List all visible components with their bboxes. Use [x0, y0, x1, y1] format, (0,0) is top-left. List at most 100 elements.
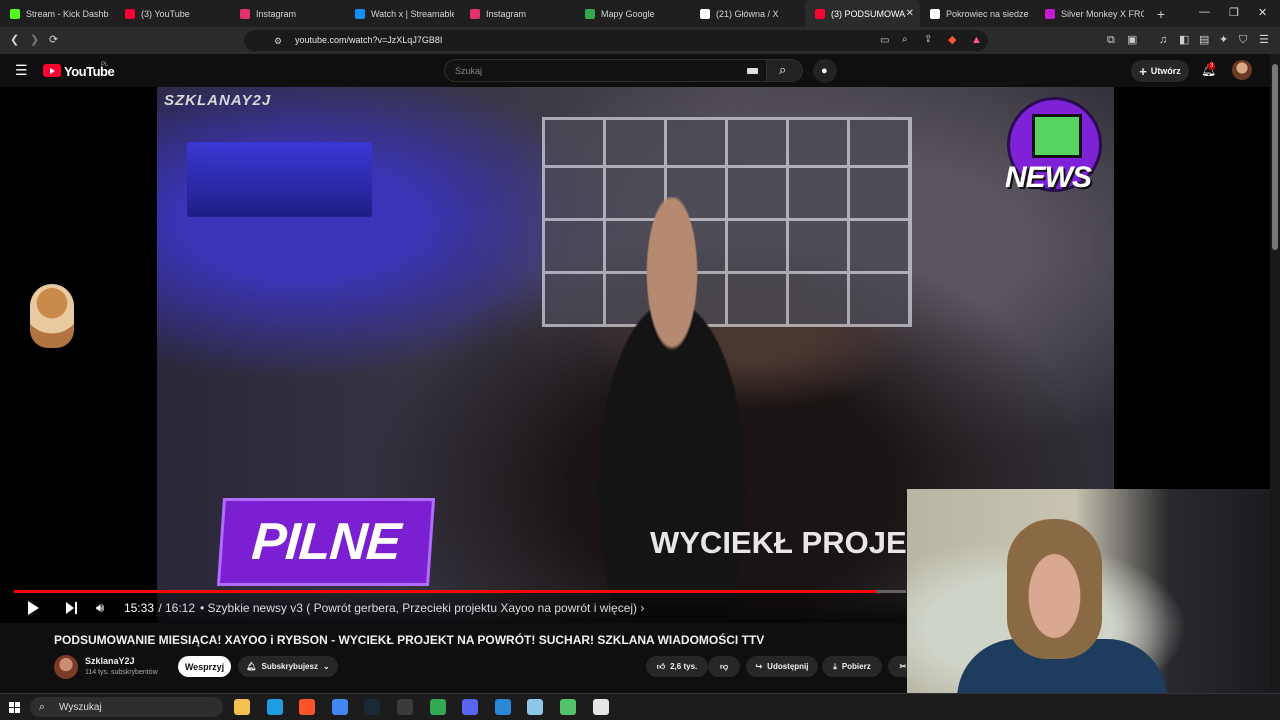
- voice-search-button[interactable]: ●: [813, 59, 837, 83]
- current-time: 15:33: [124, 601, 155, 615]
- search-input[interactable]: Szukaj: [444, 59, 767, 82]
- back-icon[interactable]: ❮: [10, 33, 19, 47]
- browser-tab-title: (3) YouTube: [141, 8, 190, 19]
- youtube-icon: [125, 8, 135, 19]
- browser-tab[interactable]: Instagram: [230, 0, 345, 27]
- browser-tab-title: Instagram: [486, 8, 527, 19]
- create-button[interactable]: + Utwórz: [1131, 60, 1189, 82]
- obs-icon[interactable]: [397, 699, 413, 715]
- menu-icon[interactable]: ☰: [1259, 33, 1269, 47]
- taskbar-search[interactable]: ⌕ Wyszukaj: [30, 697, 223, 717]
- minimize-button[interactable]: —: [1199, 6, 1210, 18]
- share-label: Udostępnij: [767, 662, 809, 671]
- browser-tab[interactable]: Instagram: [460, 0, 575, 27]
- browser-tab-title: Mapy Google: [601, 8, 655, 19]
- scissors-icon: ✂: [899, 662, 907, 671]
- like-button[interactable]: 👍︎ 2,6 tys.: [646, 656, 708, 677]
- browser-tab[interactable]: Stream - Kick Dashb: [0, 0, 115, 27]
- taskbar-search-placeholder: Wyszukaj: [59, 702, 102, 713]
- scrollbar-thumb[interactable]: [1272, 64, 1278, 250]
- player-controls: 🔊︎ 15:33 / 16:12 • Szybkie newsy v3 ( Po…: [0, 593, 907, 623]
- channel-name[interactable]: SzklanaY2J: [85, 656, 135, 666]
- youtube-masthead: ☰ YouTube PL Szukaj ⌕ ● + Utwórz 🔔︎ 3: [0, 54, 1270, 87]
- volume-icon[interactable]: 🔊︎: [96, 600, 104, 616]
- instagram-icon: [240, 8, 250, 19]
- brave-shields-icon[interactable]: ◆: [948, 33, 956, 47]
- keyboard-icon[interactable]: [747, 68, 758, 74]
- support-button[interactable]: Wesprzyj: [178, 656, 231, 677]
- channel-watermark: SZKLANAY2J: [164, 92, 272, 109]
- browser-tab[interactable]: (3) YouTube: [115, 0, 230, 27]
- urgent-banner: PILNE: [216, 498, 436, 586]
- zoom-icon[interactable]: ⌕: [902, 33, 908, 47]
- channel-avatar[interactable]: [54, 655, 78, 679]
- webcam-person: [1007, 519, 1102, 659]
- restore-button[interactable]: ❐: [1229, 6, 1239, 19]
- chevron-down-icon: ⌄: [322, 662, 330, 671]
- steam-icon[interactable]: [364, 699, 381, 715]
- search-button[interactable]: ⌕: [767, 59, 803, 82]
- share-icon[interactable]: ⇪: [924, 33, 932, 47]
- discord-icon[interactable]: [462, 699, 479, 715]
- share-button[interactable]: ↪ Udostępnij: [746, 656, 818, 677]
- browser-tab[interactable]: Watch x | Streamable: [345, 0, 460, 27]
- play-store-icon[interactable]: [429, 699, 446, 715]
- sidebar-icon[interactable]: ◧: [1179, 33, 1189, 47]
- chrome-icon[interactable]: [331, 699, 348, 715]
- urgent-banner-text: PILNE: [249, 513, 403, 571]
- browser-tab[interactable]: Mapy Google: [575, 0, 690, 27]
- close-tab-icon[interactable]: ✕: [906, 8, 914, 19]
- browser-tab[interactable]: Pokrowiec na siedzenie: [920, 0, 1035, 27]
- browser-tab-title: Instagram: [256, 8, 297, 19]
- page-scrollbar[interactable]: [1270, 54, 1280, 688]
- app-icon[interactable]: [494, 699, 511, 715]
- maps-icon: [585, 8, 595, 19]
- chapter-title[interactable]: • Szybkie newsy v3 ( Powrót gerbera, Prz…: [200, 601, 644, 615]
- browser-tab-title: (3) PODSUMOWA: [831, 8, 906, 19]
- youtube-logo-icon[interactable]: [43, 64, 61, 77]
- extensions-icon[interactable]: ⧉: [1107, 33, 1115, 47]
- screenshot-icon[interactable]: ▣: [1127, 33, 1137, 47]
- window-icon[interactable]: [592, 699, 609, 715]
- close-window-button[interactable]: ✕: [1258, 6, 1267, 19]
- download-button[interactable]: ⤓ Pobierz: [822, 656, 882, 677]
- store-icon: [1045, 8, 1055, 19]
- leo-ai-icon[interactable]: ✦: [1219, 33, 1228, 47]
- browser-tab-title: Stream - Kick Dashb: [26, 8, 109, 19]
- youtube-icon: [815, 8, 825, 19]
- time-separator: /: [155, 601, 166, 615]
- video-title: PODSUMOWANIE MIESIĄCA! XAYOO i RYBSON - …: [54, 633, 765, 647]
- browser-tab[interactable]: (21) Główna / X: [690, 0, 805, 27]
- browser-tab[interactable]: Silver Monkey X FROST: [1035, 0, 1150, 27]
- vpn-icon[interactable]: ⛉: [1239, 33, 1247, 47]
- dislike-button[interactable]: 👎︎: [708, 656, 740, 677]
- browser-tab[interactable]: (3) PODSUMOWA ✕: [805, 0, 920, 27]
- guide-menu-icon[interactable]: ☰: [15, 63, 28, 77]
- notepad-icon[interactable]: [527, 699, 544, 715]
- subscribed-label: Subskrybujesz: [261, 662, 318, 671]
- windows-start-icon[interactable]: [9, 702, 20, 713]
- subscribed-button[interactable]: 🔔︎ Subskrybujesz ⌄: [238, 656, 338, 677]
- site-info-icon[interactable]: ⚙: [274, 34, 282, 48]
- plus-icon: +: [1139, 63, 1147, 79]
- edge-icon[interactable]: [266, 699, 283, 715]
- like-count: 2,6 tys.: [670, 662, 698, 671]
- browser-tab-title: Silver Monkey X FROST: [1061, 8, 1144, 19]
- media-icon[interactable]: ♫: [1159, 33, 1167, 47]
- app-icon-green[interactable]: [560, 699, 576, 715]
- file-explorer-icon[interactable]: [234, 699, 250, 715]
- wallet-icon[interactable]: ▤: [1199, 33, 1209, 47]
- brave-rewards-icon[interactable]: ▲: [971, 33, 982, 47]
- new-tab-button[interactable]: +: [1150, 6, 1172, 22]
- thumbs-down-icon: 👎︎: [719, 661, 729, 671]
- next-icon[interactable]: [66, 602, 78, 614]
- reload-icon[interactable]: ⟳: [49, 33, 58, 47]
- brave-icon[interactable]: [299, 699, 316, 715]
- bell-icon: 🔔︎: [246, 662, 257, 671]
- address-bar[interactable]: ⚙ youtube.com/watch?v=JzXLqJ7GB8I ▭ ⌕ ⇪ …: [244, 30, 988, 51]
- windows-taskbar: ⌕ Wyszukaj: [0, 693, 1280, 720]
- account-avatar[interactable]: [1232, 60, 1252, 80]
- play-icon[interactable]: [28, 601, 39, 615]
- cast-icon[interactable]: ▭: [880, 34, 889, 48]
- forward-icon[interactable]: ❯: [30, 33, 39, 47]
